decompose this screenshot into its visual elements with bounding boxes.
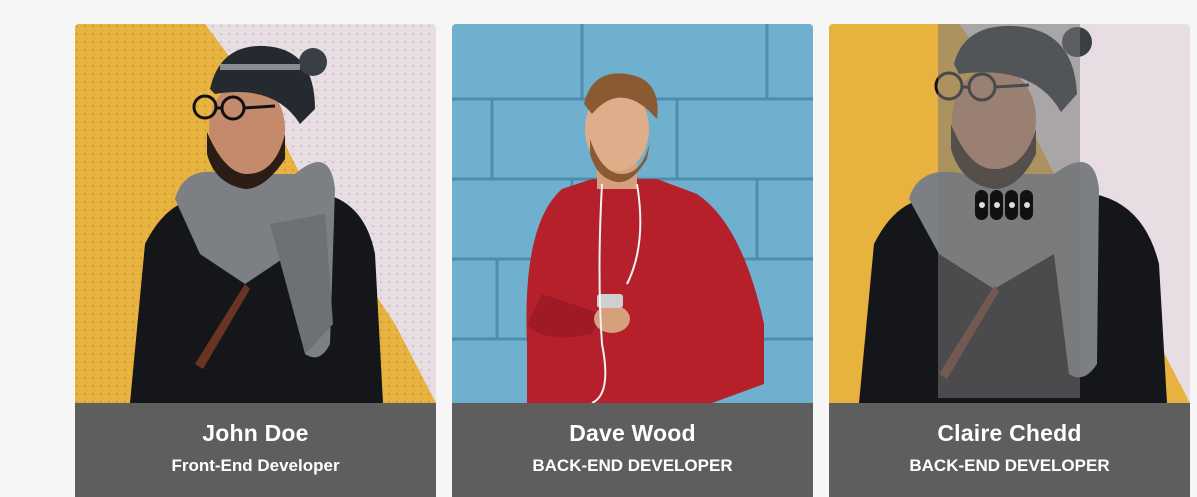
member-name: Dave Wood [569,420,696,446]
dave-wood-caption: Dave Wood BACK-END DEVELOPER [452,403,813,497]
member-role: Front-End Developer [171,456,340,475]
twitter-icon[interactable] [990,190,1003,220]
claire-chedd-photo [829,24,1190,403]
john-doe-caption: John Doe Front-End Developer [75,403,436,497]
member-name: John Doe [202,420,309,446]
linkedin-icon[interactable] [1020,190,1033,220]
social-links [975,190,1033,220]
team-card-john-doe[interactable]: John Doe Front-End Developer [75,24,436,497]
dave-wood-photo [452,24,813,403]
facebook-icon[interactable] [975,190,988,220]
instagram-icon[interactable] [1005,190,1018,220]
member-role: BACK-END DEVELOPER [532,456,733,475]
john-doe-photo [75,24,436,403]
member-role: BACK-END DEVELOPER [909,456,1110,475]
team-card-dave-wood[interactable]: Dave Wood BACK-END DEVELOPER [452,24,813,497]
member-name: Claire Chedd [937,420,1082,446]
team-card-claire-chedd[interactable]: Claire Chedd BACK-END DEVELOPER [829,24,1190,497]
claire-chedd-caption: Claire Chedd BACK-END DEVELOPER [829,403,1190,497]
